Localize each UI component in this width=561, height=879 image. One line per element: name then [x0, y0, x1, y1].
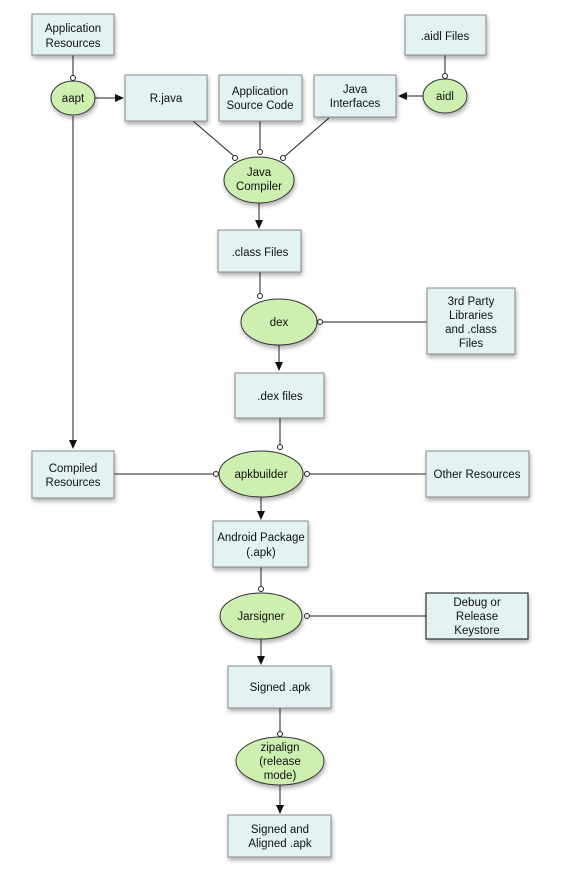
process-aapt: aapt	[50, 80, 96, 116]
node-app-source-code: Application Source Code	[218, 74, 303, 122]
svg-text:apkbuilder: apkbuilder	[234, 469, 287, 481]
svg-text:.dex files: .dex files	[257, 391, 303, 403]
process-apkbuilder: apkbuilder	[218, 450, 304, 498]
svg-text:R.java: R.java	[150, 93, 183, 105]
svg-text:Libraries: Libraries	[449, 310, 493, 322]
svg-text:Aligned .apk: Aligned .apk	[248, 838, 312, 850]
node-java-interfaces: Java Interfaces	[313, 74, 397, 118]
svg-text:Resources: Resources	[46, 477, 101, 489]
node-other-resources: Other Resources	[425, 450, 530, 498]
svg-text:Compiled: Compiled	[49, 463, 98, 475]
svg-text:zipalign: zipalign	[261, 742, 300, 754]
svg-text:.aidl Files: .aidl Files	[421, 31, 470, 43]
node-keystore: Debug or Release Keystore	[425, 592, 529, 640]
svg-text:Application: Application	[232, 86, 288, 98]
process-java-compiler: Java Compiler	[223, 156, 295, 204]
svg-text:aapt: aapt	[62, 93, 85, 105]
svg-text:.class Files: .class Files	[232, 247, 289, 259]
svg-text:Keystore: Keystore	[454, 625, 499, 637]
svg-text:and .class: and .class	[445, 324, 497, 336]
node-signed-apk: Signed .apk	[227, 665, 332, 709]
svg-text:mode): mode)	[264, 770, 297, 782]
node-app-resources: Application Resources	[31, 13, 115, 56]
svg-text:(release: (release	[259, 756, 301, 768]
svg-text:Source Code: Source Code	[226, 100, 293, 112]
node-class-files: .class Files	[217, 229, 302, 273]
process-zipalign: zipalign (release mode)	[235, 736, 325, 786]
svg-text:Application: Application	[45, 23, 101, 35]
svg-text:Java: Java	[343, 84, 368, 96]
svg-text:Signed and: Signed and	[251, 824, 309, 836]
svg-text:Debug or: Debug or	[453, 597, 500, 609]
process-dex: dex	[240, 298, 318, 346]
svg-text:(.apk): (.apk)	[246, 547, 276, 559]
svg-text:Other Resources: Other Resources	[434, 469, 521, 481]
process-jarsigner: Jarsigner	[219, 592, 303, 640]
node-aidl-files: .aidl Files	[404, 14, 487, 56]
svg-text:Resources: Resources	[46, 38, 101, 50]
svg-text:Compiler: Compiler	[236, 181, 282, 193]
android-build-diagram: Application Resources .aidl Files R.java…	[31, 13, 530, 858]
svg-text:3rd Party: 3rd Party	[448, 296, 495, 308]
svg-text:Jarsigner: Jarsigner	[237, 611, 284, 623]
svg-text:Release: Release	[456, 611, 498, 623]
svg-text:dex: dex	[270, 317, 289, 329]
svg-text:Signed .apk: Signed .apk	[250, 682, 311, 694]
svg-text:Android Package: Android Package	[217, 532, 305, 544]
node-dex-files: .dex files	[234, 372, 325, 419]
svg-text:aidl: aidl	[436, 91, 454, 103]
node-third-party-libraries: 3rd Party Libraries and .class Files	[426, 287, 516, 355]
svg-text:Files: Files	[459, 338, 484, 350]
node-android-package: Android Package (.apk)	[212, 520, 309, 568]
node-compiled-resources: Compiled Resources	[31, 450, 115, 499]
process-aidl: aidl	[422, 78, 468, 114]
svg-text:Interfaces: Interfaces	[330, 98, 381, 110]
node-r-java: R.java	[124, 74, 208, 122]
svg-text:Java: Java	[247, 167, 272, 179]
node-signed-aligned-apk: Signed and Aligned .apk	[227, 814, 332, 858]
